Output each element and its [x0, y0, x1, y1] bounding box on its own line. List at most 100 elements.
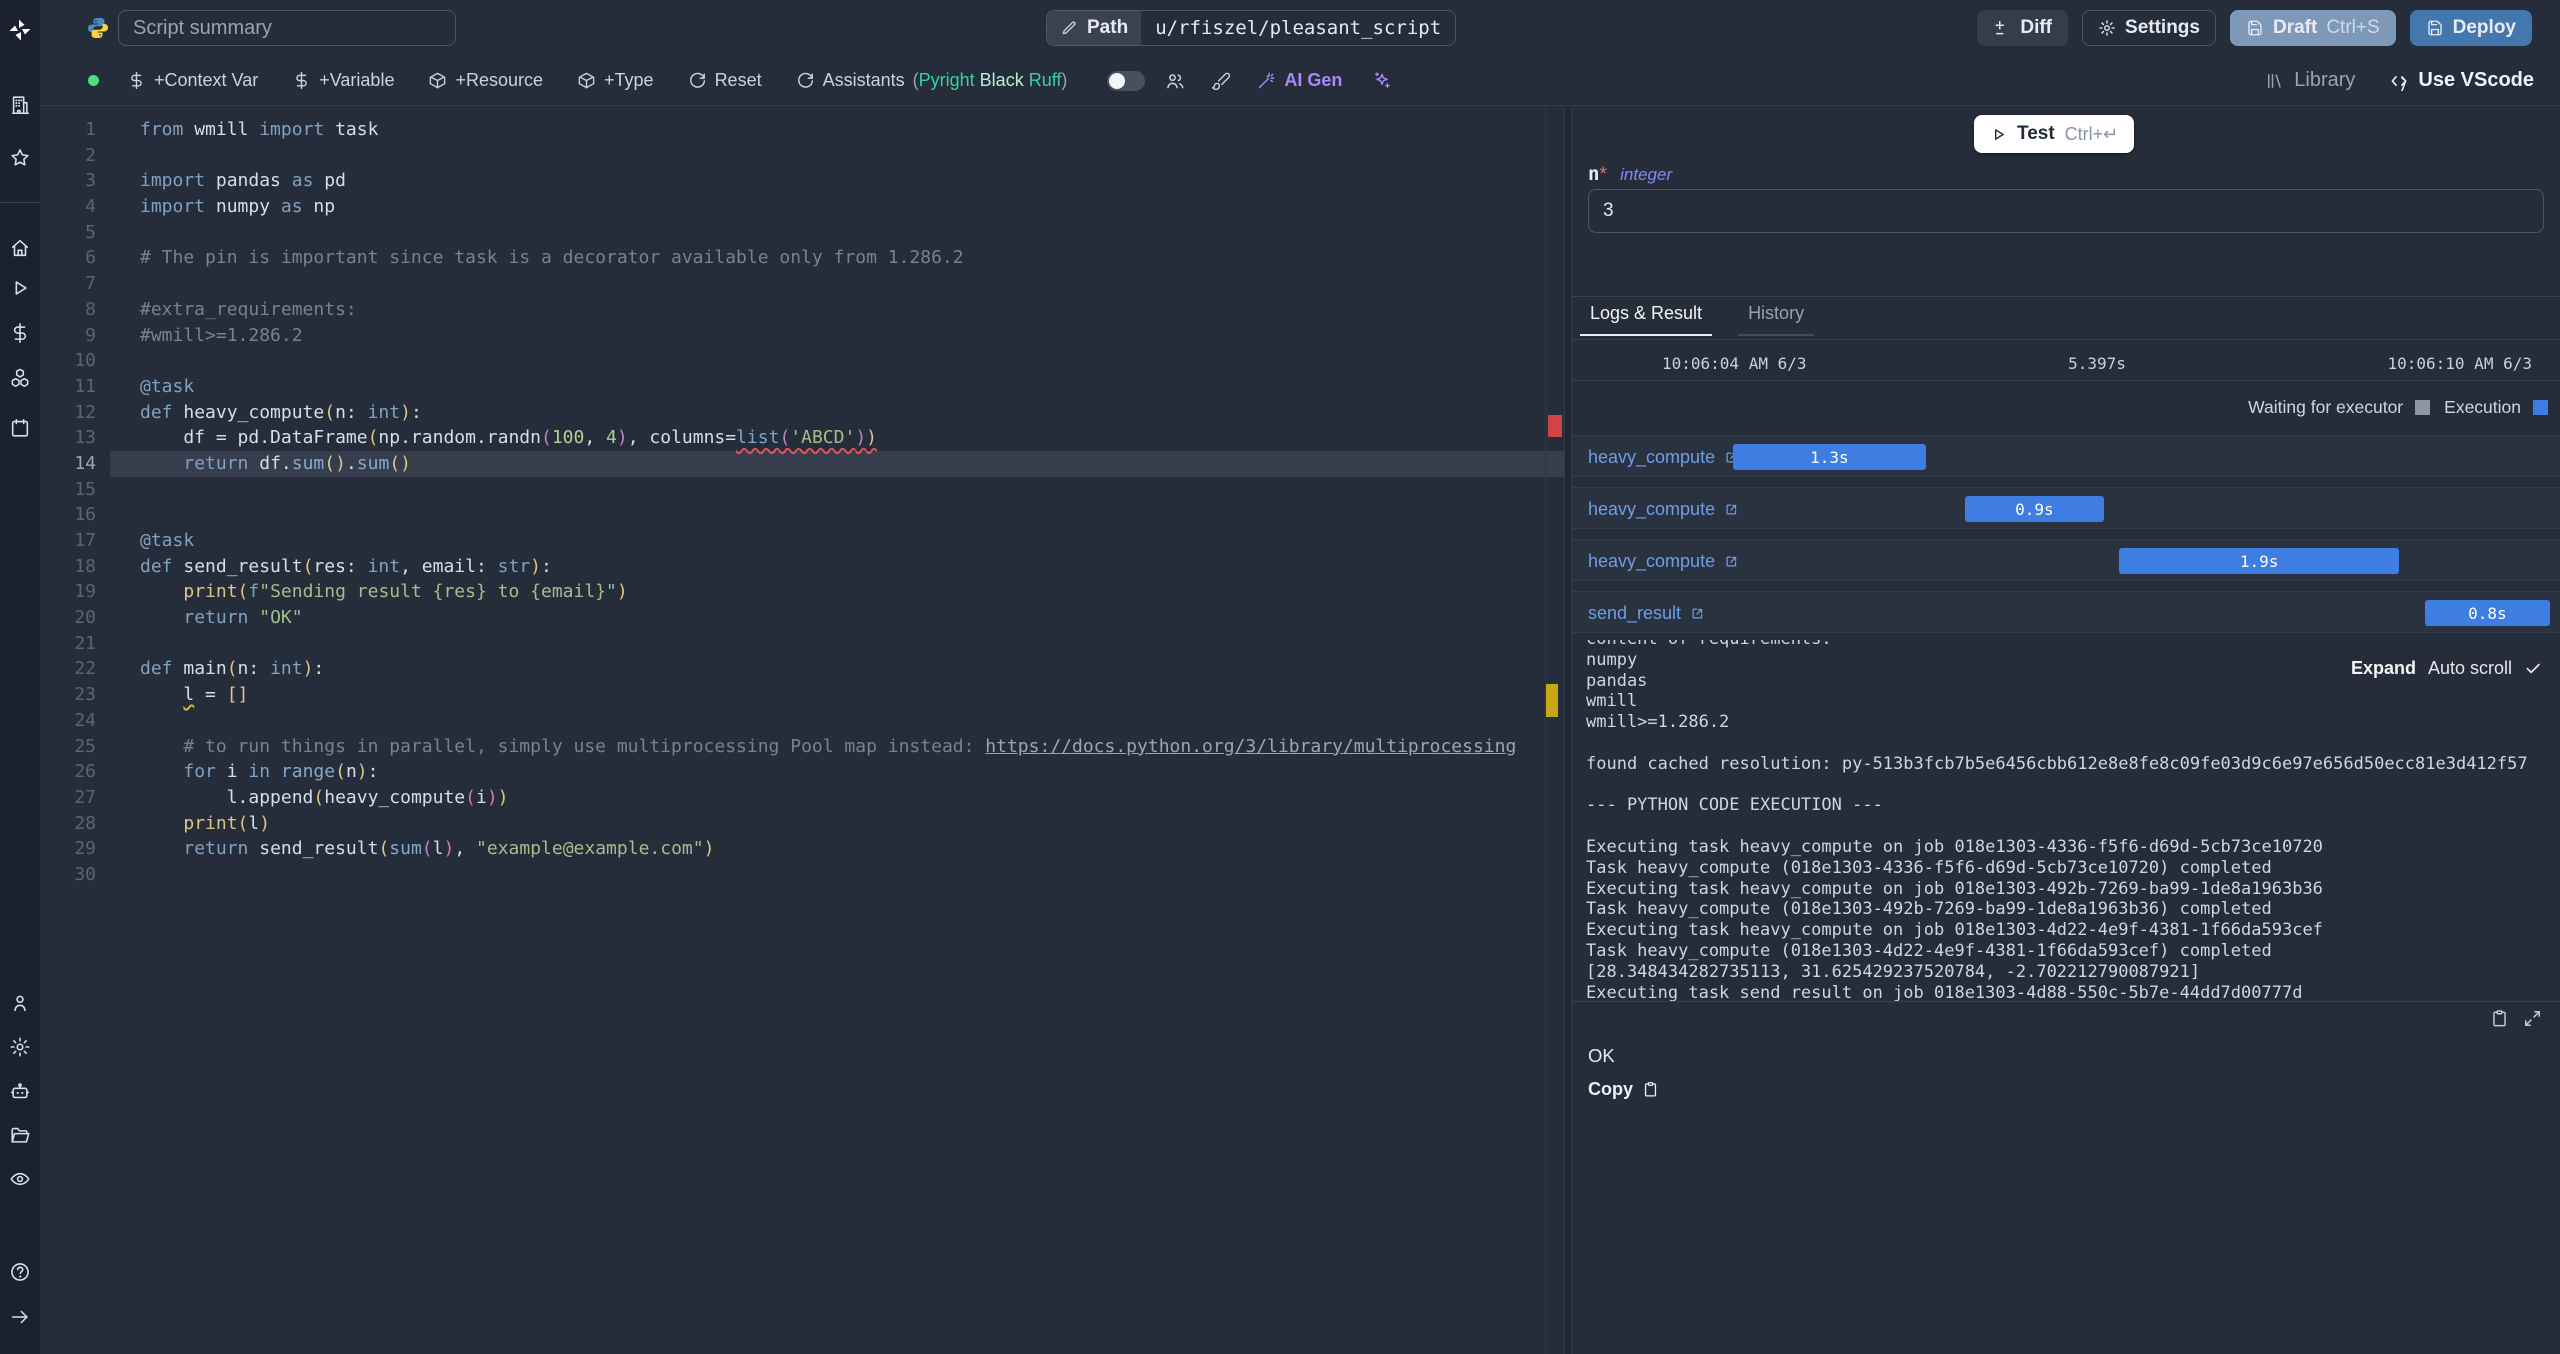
- code-line[interactable]: 19 print(f"Sending result {res} to {emai…: [40, 579, 1564, 605]
- code-line[interactable]: 9 #wmill>=1.286.2: [40, 323, 1564, 349]
- home-icon[interactable]: [9, 237, 31, 259]
- task-link[interactable]: heavy_compute: [1588, 540, 1739, 582]
- use-vscode-button[interactable]: Use VScode: [2389, 69, 2534, 92]
- code-line[interactable]: 1 from wmill import task: [40, 117, 1564, 143]
- log-line: Executing task heavy_compute on job 018e…: [1586, 836, 2323, 857]
- code-line[interactable]: 23 l = []: [40, 682, 1564, 708]
- dollar-icon[interactable]: [9, 322, 31, 344]
- ai-gen-button[interactable]: AI Gen: [1257, 70, 1342, 91]
- diff-button[interactable]: Diff: [1977, 10, 2069, 46]
- code-line[interactable]: 4 import numpy as np: [40, 194, 1564, 220]
- logs-viewer[interactable]: content of requirements:numpypandaswmill…: [1572, 640, 2560, 1002]
- code-line[interactable]: 16: [40, 502, 1564, 528]
- settings-button[interactable]: Settings: [2082, 10, 2216, 46]
- code-line[interactable]: 17 @task: [40, 528, 1564, 554]
- task-link[interactable]: send_result: [1588, 592, 1705, 634]
- diff-mode-toggle[interactable]: [1107, 70, 1146, 91]
- folder-icon[interactable]: [9, 1124, 31, 1146]
- add-variable-button[interactable]: +Variable: [292, 70, 394, 91]
- path-button[interactable]: Path u/rfiszel/pleasant_script: [1046, 10, 1457, 46]
- add-context-var-button[interactable]: +Context Var: [127, 70, 258, 91]
- execution-bar[interactable]: 1.3s: [1733, 444, 1926, 470]
- reset-button[interactable]: Reset: [688, 70, 762, 91]
- robot-icon[interactable]: [9, 1081, 31, 1103]
- code-line[interactable]: 13 df = pd.DataFrame(np.random.randn(100…: [40, 425, 1564, 451]
- tab-logs-result[interactable]: Logs & Result: [1580, 303, 1713, 336]
- code-line[interactable]: 18 def send_result(res: int, email: str):: [40, 554, 1564, 580]
- timeline-row: heavy_compute 0.9s: [1572, 487, 2560, 529]
- user-icon[interactable]: [9, 992, 31, 1014]
- code-line[interactable]: 12 def heavy_compute(n: int):: [40, 400, 1564, 426]
- gear-icon[interactable]: [9, 1036, 31, 1058]
- format-brush-icon[interactable]: [1211, 71, 1231, 91]
- run-times: 10:06:04 AM 6/3 5.397s 10:06:10 AM 6/3: [1572, 347, 2560, 379]
- code-text: #extra_requirements:: [140, 298, 357, 320]
- code-line[interactable]: 20 return "OK": [40, 605, 1564, 631]
- calendar-icon[interactable]: [9, 417, 31, 439]
- task-link[interactable]: heavy_compute: [1588, 436, 1739, 478]
- code-line[interactable]: 2: [40, 143, 1564, 169]
- execution-bar[interactable]: 0.9s: [1965, 496, 2104, 522]
- test-button[interactable]: Test Ctrl+↵: [1974, 115, 2135, 153]
- panel-splitter[interactable]: [1564, 107, 1572, 1354]
- code-line[interactable]: 10: [40, 348, 1564, 374]
- fullscreen-icon[interactable]: [2523, 1009, 2542, 1028]
- copy-result-button[interactable]: Copy: [1588, 1079, 1659, 1100]
- code-line[interactable]: 6 # The pin is important since task is a …: [40, 245, 1564, 271]
- building-icon[interactable]: [9, 94, 31, 116]
- log-line: Task heavy_compute (018e1303-4d22-4e9f-4…: [1586, 940, 2272, 961]
- log-line: Executing task send_result on job 018e13…: [1586, 982, 2303, 1002]
- line-number: 16: [74, 504, 96, 526]
- expand-logs-button[interactable]: Expand: [2351, 658, 2416, 679]
- error-marker[interactable]: [1548, 415, 1562, 437]
- multiplayer-icon[interactable]: [1165, 71, 1185, 91]
- boxes-icon[interactable]: [9, 367, 31, 389]
- code-line[interactable]: 27 l.append(heavy_compute(i)): [40, 785, 1564, 811]
- code-editor[interactable]: 1 from wmill import task 2 3 import pandas a…: [40, 107, 1564, 1354]
- code-line[interactable]: 5: [40, 220, 1564, 246]
- deploy-button[interactable]: Deploy: [2409, 10, 2532, 46]
- code-line[interactable]: 22 def main(n: int):: [40, 656, 1564, 682]
- draft-button[interactable]: Draft Ctrl+S: [2229, 10, 2396, 46]
- code-line[interactable]: 24: [40, 708, 1564, 734]
- code-line[interactable]: 8 #extra_requirements:: [40, 297, 1564, 323]
- code-line[interactable]: 11 @task: [40, 374, 1564, 400]
- code-line[interactable]: 3 import pandas as pd: [40, 168, 1564, 194]
- star-icon[interactable]: [9, 147, 31, 169]
- code-line[interactable]: 15: [40, 477, 1564, 503]
- argument-n-input[interactable]: [1588, 189, 2544, 233]
- code-line[interactable]: 25 # to run things in parallel, simply u…: [40, 734, 1564, 760]
- help-icon[interactable]: [9, 1261, 31, 1283]
- code-text: import pandas as pd: [140, 170, 346, 192]
- add-type-button[interactable]: +Type: [577, 70, 654, 91]
- code-line[interactable]: 14 return df.sum().sum(): [40, 450, 1564, 477]
- warning-marker[interactable]: [1546, 684, 1558, 717]
- library-button[interactable]: Library: [2265, 69, 2355, 92]
- log-line: Executing task heavy_compute on job 018e…: [1586, 878, 2323, 899]
- test-shortcut: Ctrl+↵: [2064, 123, 2119, 144]
- sparkles-icon[interactable]: [1372, 71, 1392, 91]
- code-line[interactable]: 28 print(l): [40, 811, 1564, 837]
- script-summary-input[interactable]: [118, 10, 456, 46]
- play-icon[interactable]: [9, 277, 31, 299]
- execution-bar[interactable]: 1.9s: [2119, 548, 2399, 574]
- task-link[interactable]: heavy_compute: [1588, 488, 1739, 530]
- add-resource-button[interactable]: +Resource: [428, 70, 543, 91]
- arrow-right-icon[interactable]: [9, 1306, 31, 1328]
- code-line[interactable]: 7: [40, 271, 1564, 297]
- execution-bar[interactable]: 0.8s: [2424, 600, 2551, 626]
- tab-history[interactable]: History: [1738, 303, 1815, 336]
- run-start-time: 10:06:04 AM 6/3: [1662, 353, 1807, 373]
- editor-toolbar: +Context Var +Variable +Resource +Type R…: [40, 56, 2560, 106]
- code-line[interactable]: 26 for i in range(n):: [40, 759, 1564, 785]
- code-line[interactable]: 29 return send_result(sum(l), "example@e…: [40, 836, 1564, 862]
- code-line[interactable]: 21: [40, 631, 1564, 657]
- windmill-logo-icon[interactable]: [8, 18, 32, 42]
- assistants-button[interactable]: Assistants (Pyright Black Ruff): [796, 70, 1067, 91]
- eye-icon[interactable]: [9, 1168, 31, 1190]
- autoscroll-toggle[interactable]: Auto scroll: [2428, 658, 2512, 679]
- code-line[interactable]: 30: [40, 862, 1564, 888]
- copy-result-icon[interactable]: [2490, 1009, 2509, 1028]
